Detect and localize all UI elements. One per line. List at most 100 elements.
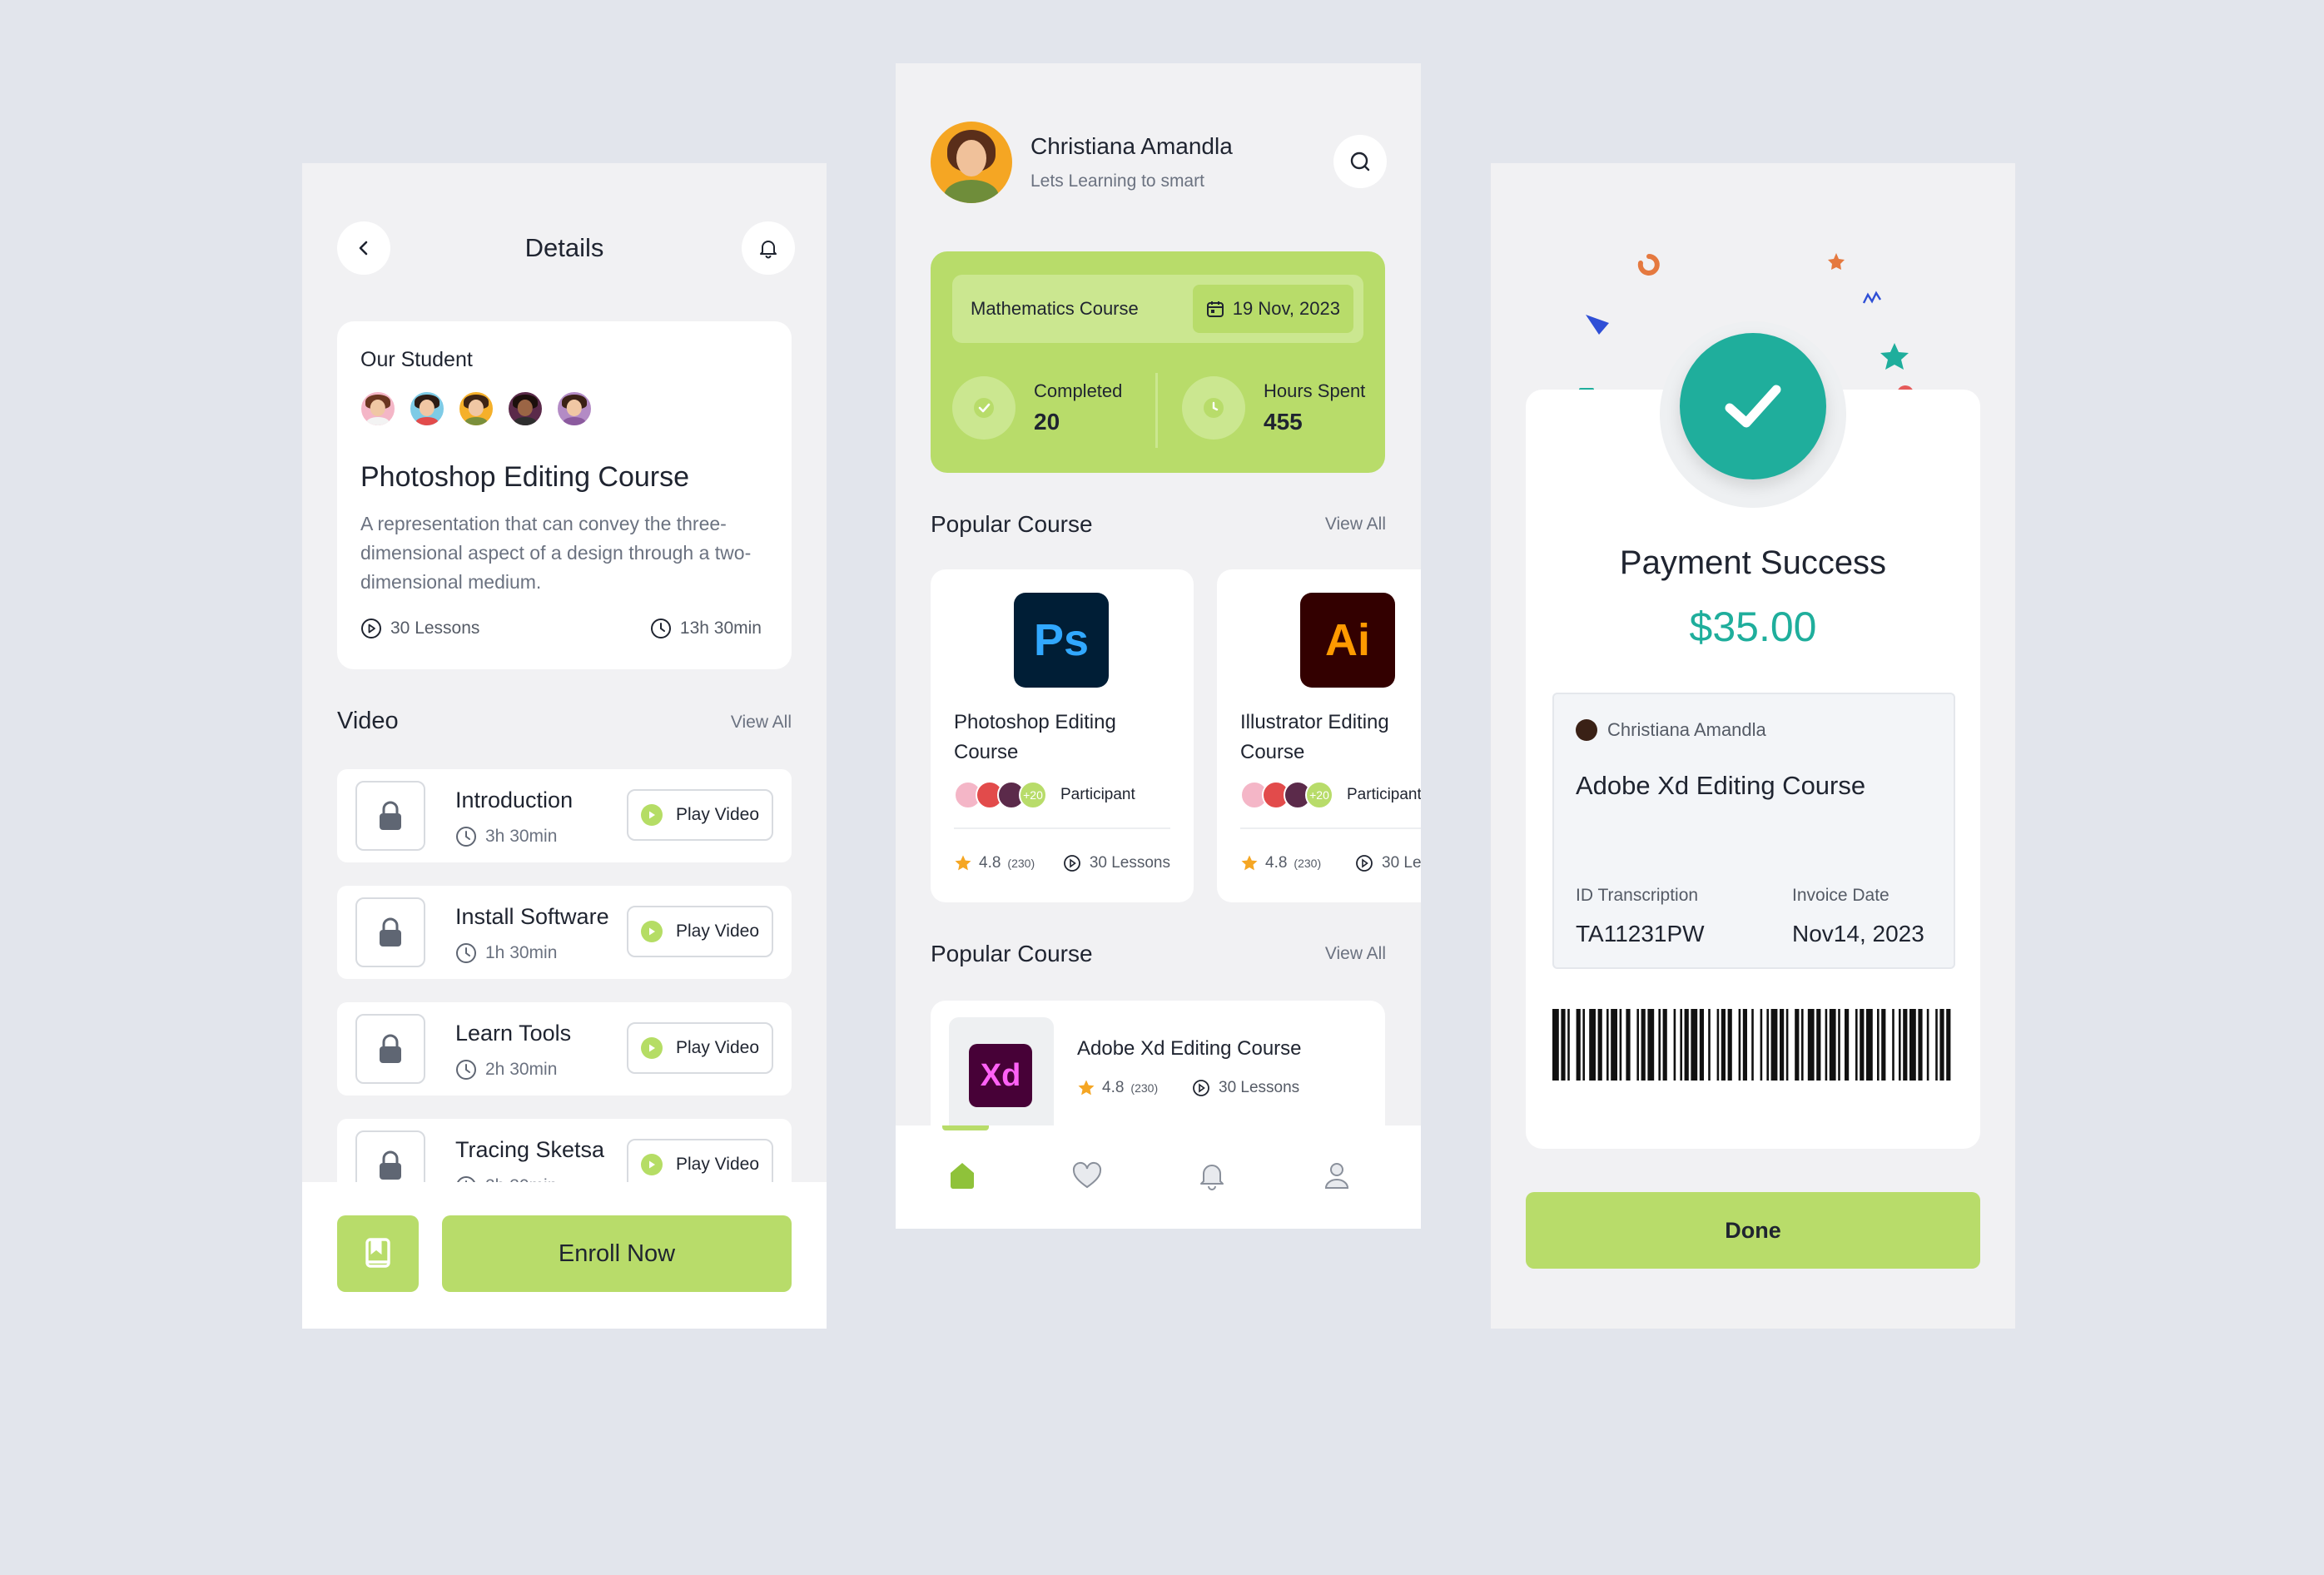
- play-video-button[interactable]: Play Video: [627, 1022, 773, 1074]
- star-icon: [1241, 855, 1258, 871]
- view-all-link[interactable]: View All: [731, 713, 792, 733]
- nav-profile-icon[interactable]: [1317, 1155, 1357, 1195]
- course-duration: 13h 30min: [650, 618, 762, 639]
- progress-card[interactable]: Mathematics Course 19 Nov, 2023 Complete…: [931, 251, 1385, 473]
- course-name: Mathematics Course: [971, 298, 1139, 319]
- completed-label: Completed: [1034, 380, 1123, 401]
- completed-stat: Completed 20: [952, 376, 1122, 440]
- section-title: Popular Course: [931, 511, 1093, 537]
- barcode: [1552, 1009, 1955, 1081]
- list-item[interactable]: Install Software 1h 30min Play Video: [337, 886, 792, 979]
- course-name: Illustrator Editing Course: [1240, 708, 1389, 768]
- lock-icon-box: [355, 781, 425, 851]
- lesson-time-text: 3h 30min: [485, 827, 558, 846]
- play-video-label: Play Video: [675, 1155, 760, 1174]
- nav-bell-icon[interactable]: [1192, 1155, 1232, 1195]
- nav-home-icon[interactable]: [942, 1155, 982, 1195]
- lock-icon: [380, 917, 401, 946]
- rating-value: 4.8: [1102, 1079, 1125, 1096]
- course-info-card: Our Student Photoshop Editing Course A r…: [337, 321, 792, 669]
- lock-icon: [380, 1034, 401, 1063]
- enroll-now-button[interactable]: Enroll Now: [442, 1215, 792, 1292]
- bottom-action-bar: Enroll Now: [302, 1182, 827, 1329]
- rating: 4.8 (230): [954, 854, 1035, 872]
- search-button[interactable]: [1333, 135, 1387, 188]
- play-icon: [640, 921, 663, 942]
- avatar: [1576, 719, 1597, 741]
- section-title: Popular Course: [931, 941, 1093, 966]
- lock-icon-box: [355, 897, 425, 967]
- play-icon: [640, 804, 663, 826]
- lesson-time: 3h 30min: [455, 826, 557, 847]
- hours-value: 455: [1264, 409, 1303, 435]
- avatar: [555, 390, 593, 428]
- lesson-time: 2h 30min: [455, 1059, 557, 1081]
- play-video-label: Play Video: [675, 805, 760, 824]
- course-card-photoshop[interactable]: Ps Photoshop Editing Course +20 Particip…: [931, 569, 1194, 902]
- id-value: TA11231PW: [1576, 921, 1705, 946]
- participants-extra: +20: [1019, 781, 1047, 809]
- barcode-icon: [1552, 1009, 1951, 1081]
- lessons-count: 30 Lessons: [1355, 854, 1421, 872]
- list-item[interactable]: Learn Tools 2h 30min Play Video: [337, 1002, 792, 1096]
- lock-icon-box: [355, 1014, 425, 1084]
- play-video-label: Play Video: [675, 1038, 760, 1057]
- bell-icon: [760, 241, 777, 259]
- clock-icon: [456, 943, 476, 963]
- clock-icon: [1182, 376, 1245, 440]
- participant-label: Participant: [1347, 786, 1421, 803]
- avatar: [408, 390, 446, 428]
- divider: [1240, 827, 1421, 829]
- progress-header: Mathematics Course 19 Nov, 2023: [952, 275, 1363, 343]
- review-count: (230): [1007, 857, 1035, 870]
- clock-icon: [456, 827, 476, 847]
- rating: 4.8 (230): [1077, 1079, 1158, 1097]
- xd-logo: Xd: [969, 1044, 1032, 1107]
- play-icon: [640, 1037, 663, 1059]
- course-name: Adobe Xd Editing Course: [1576, 771, 1866, 800]
- participant-label: Participant: [1060, 786, 1135, 803]
- course-card-illustrator[interactable]: Ai Illustrator Editing Course +20 Partic…: [1217, 569, 1421, 902]
- date-text: 19 Nov, 2023: [1232, 298, 1340, 319]
- view-all-link[interactable]: View All: [1325, 514, 1386, 534]
- check-icon: [1680, 333, 1826, 479]
- lessons-count: 30 Lessons: [360, 618, 479, 639]
- rating: 4.8 (230): [1240, 854, 1321, 872]
- user-name: Christiana Amandla: [1030, 133, 1233, 159]
- play-video-button[interactable]: Play Video: [627, 906, 773, 957]
- play-icon: [640, 1154, 663, 1175]
- course-name-line: Illustrator Editing: [1240, 711, 1389, 733]
- done-button[interactable]: Done: [1526, 1192, 1980, 1269]
- star-icon: [955, 855, 971, 871]
- avatar[interactable]: [931, 122, 1012, 203]
- bookmark-button[interactable]: [337, 1215, 419, 1292]
- payer: Christiana Amandla: [1576, 719, 1766, 741]
- date-badge: 19 Nov, 2023: [1192, 285, 1353, 333]
- participants-extra: +20: [1305, 781, 1333, 809]
- details-screen: Details Our Student Photoshop Editing Co…: [302, 163, 827, 1329]
- notification-button[interactable]: [742, 221, 795, 275]
- lesson-title: Learn Tools: [455, 1021, 572, 1046]
- course-name-line: Course: [1240, 741, 1305, 763]
- lesson-time: 1h 30min: [455, 942, 557, 964]
- play-circle-icon: [1063, 855, 1080, 872]
- lessons-text: 30 Lessons: [1219, 1079, 1300, 1096]
- lessons-count: 30 Lessons: [1192, 1079, 1299, 1097]
- lessons-count-text: 30 Lessons: [390, 619, 480, 638]
- course-name: Adobe Xd Editing Course: [1077, 1037, 1302, 1060]
- play-circle-icon: [361, 619, 381, 638]
- nav-heart-icon[interactable]: [1067, 1155, 1107, 1195]
- list-item[interactable]: Introduction 3h 30min Play Video: [337, 769, 792, 862]
- course-name-line: Course: [954, 741, 1019, 763]
- play-video-button[interactable]: Play Video: [627, 789, 773, 841]
- view-all-link[interactable]: View All: [1325, 944, 1386, 964]
- star-icon: [1078, 1080, 1095, 1096]
- clock-icon: [650, 619, 671, 638]
- divider: [954, 827, 1170, 829]
- participants: +20 Participant: [1240, 781, 1421, 809]
- participants: +20 Participant: [954, 781, 1135, 809]
- payment-screen: Payment Success $35.00 Christiana Amandl…: [1491, 163, 2015, 1329]
- lessons-text: 30 Lessons: [1382, 854, 1421, 872]
- lessons-text: 30 Lessons: [1089, 854, 1170, 872]
- play-circle-icon: [1193, 1080, 1209, 1096]
